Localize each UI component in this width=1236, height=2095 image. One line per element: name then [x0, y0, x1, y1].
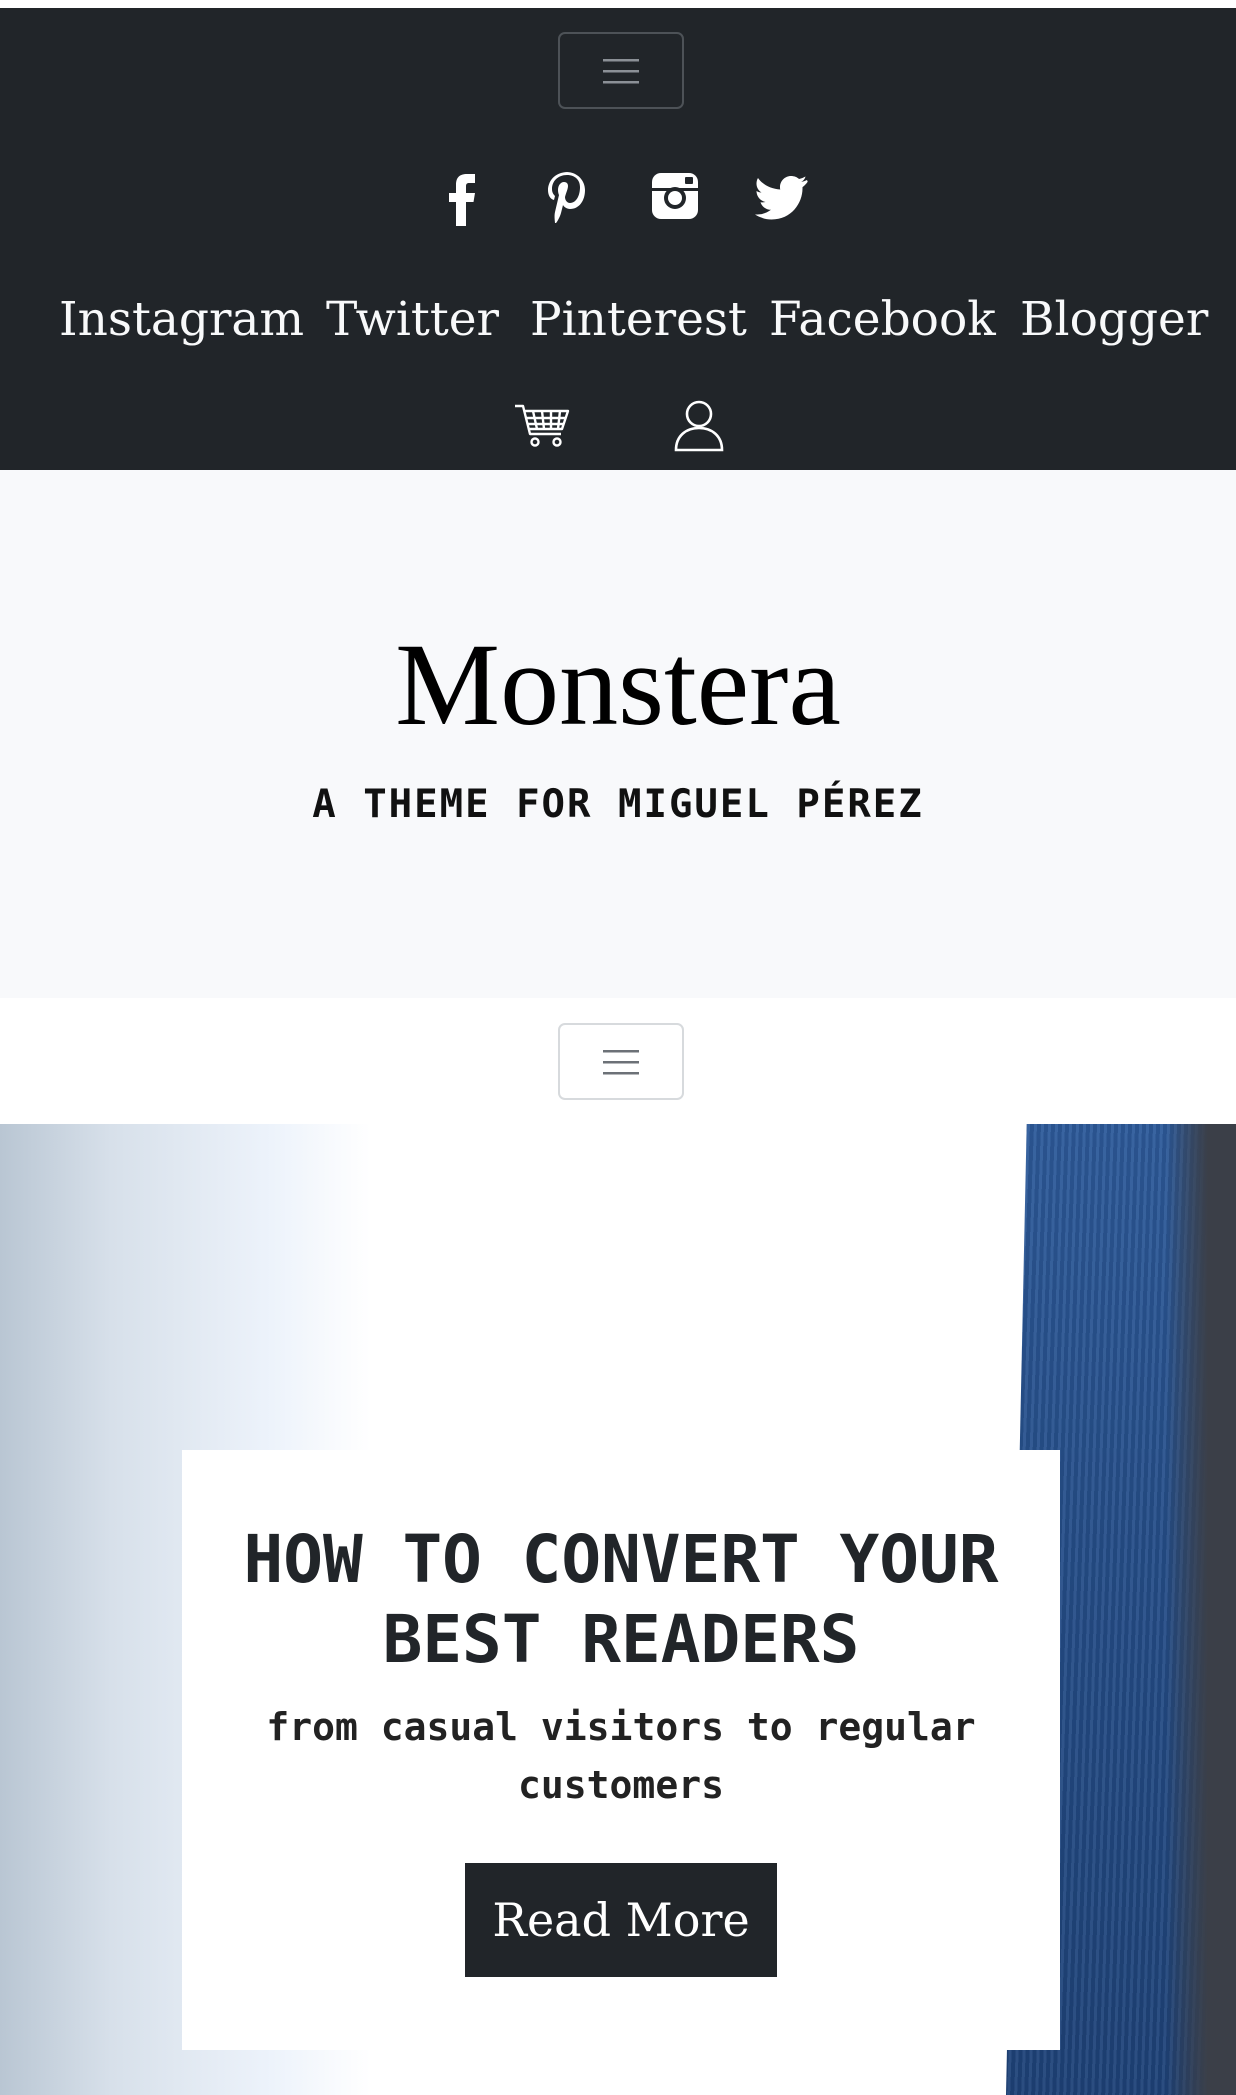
featured-post-title[interactable]: HOW TO CONVERT YOUR BEST READERS: [182, 1520, 1060, 1680]
read-more-button[interactable]: Read More: [465, 1863, 777, 1977]
featured-post-subtitle: from casual visitors to regular customer…: [266, 1705, 976, 1807]
hamburger-icon: [603, 58, 639, 83]
site-header: Monstera A THEME FOR MIGUEL PÉREZ: [0, 470, 1236, 998]
nav-links: Instagram Twitter Pinterest Facebook Blo…: [0, 288, 1236, 352]
social-icons: [0, 166, 1236, 228]
nav-link-instagram[interactable]: Instagram: [59, 288, 304, 352]
nav-link-blogger[interactable]: Blogger: [1020, 288, 1208, 352]
featured-post-card: HOW TO CONVERT YOUR BEST READERS from ca…: [182, 1450, 1060, 2050]
facebook-icon[interactable]: [433, 166, 489, 226]
cart-icon[interactable]: [512, 396, 572, 454]
site-tagline: A THEME FOR MIGUEL PÉREZ: [312, 782, 924, 827]
site-title[interactable]: Monstera: [0, 620, 1236, 750]
pinterest-icon[interactable]: [539, 166, 595, 226]
top-menu-toggle-button[interactable]: [558, 32, 684, 109]
feature-image-dark-edge: [1166, 1124, 1236, 2095]
hamburger-icon: [603, 1049, 639, 1074]
nav-link-facebook[interactable]: Facebook: [769, 288, 996, 352]
nav-link-pinterest[interactable]: Pinterest: [530, 288, 747, 352]
twitter-icon[interactable]: [755, 166, 811, 226]
top-navbar: Instagram Twitter Pinterest Facebook Blo…: [0, 8, 1236, 470]
user-icon[interactable]: [669, 396, 729, 454]
secondary-menu-toggle-button[interactable]: [558, 1023, 684, 1100]
nav-link-twitter[interactable]: Twitter: [326, 288, 499, 352]
instagram-icon[interactable]: [647, 166, 703, 226]
